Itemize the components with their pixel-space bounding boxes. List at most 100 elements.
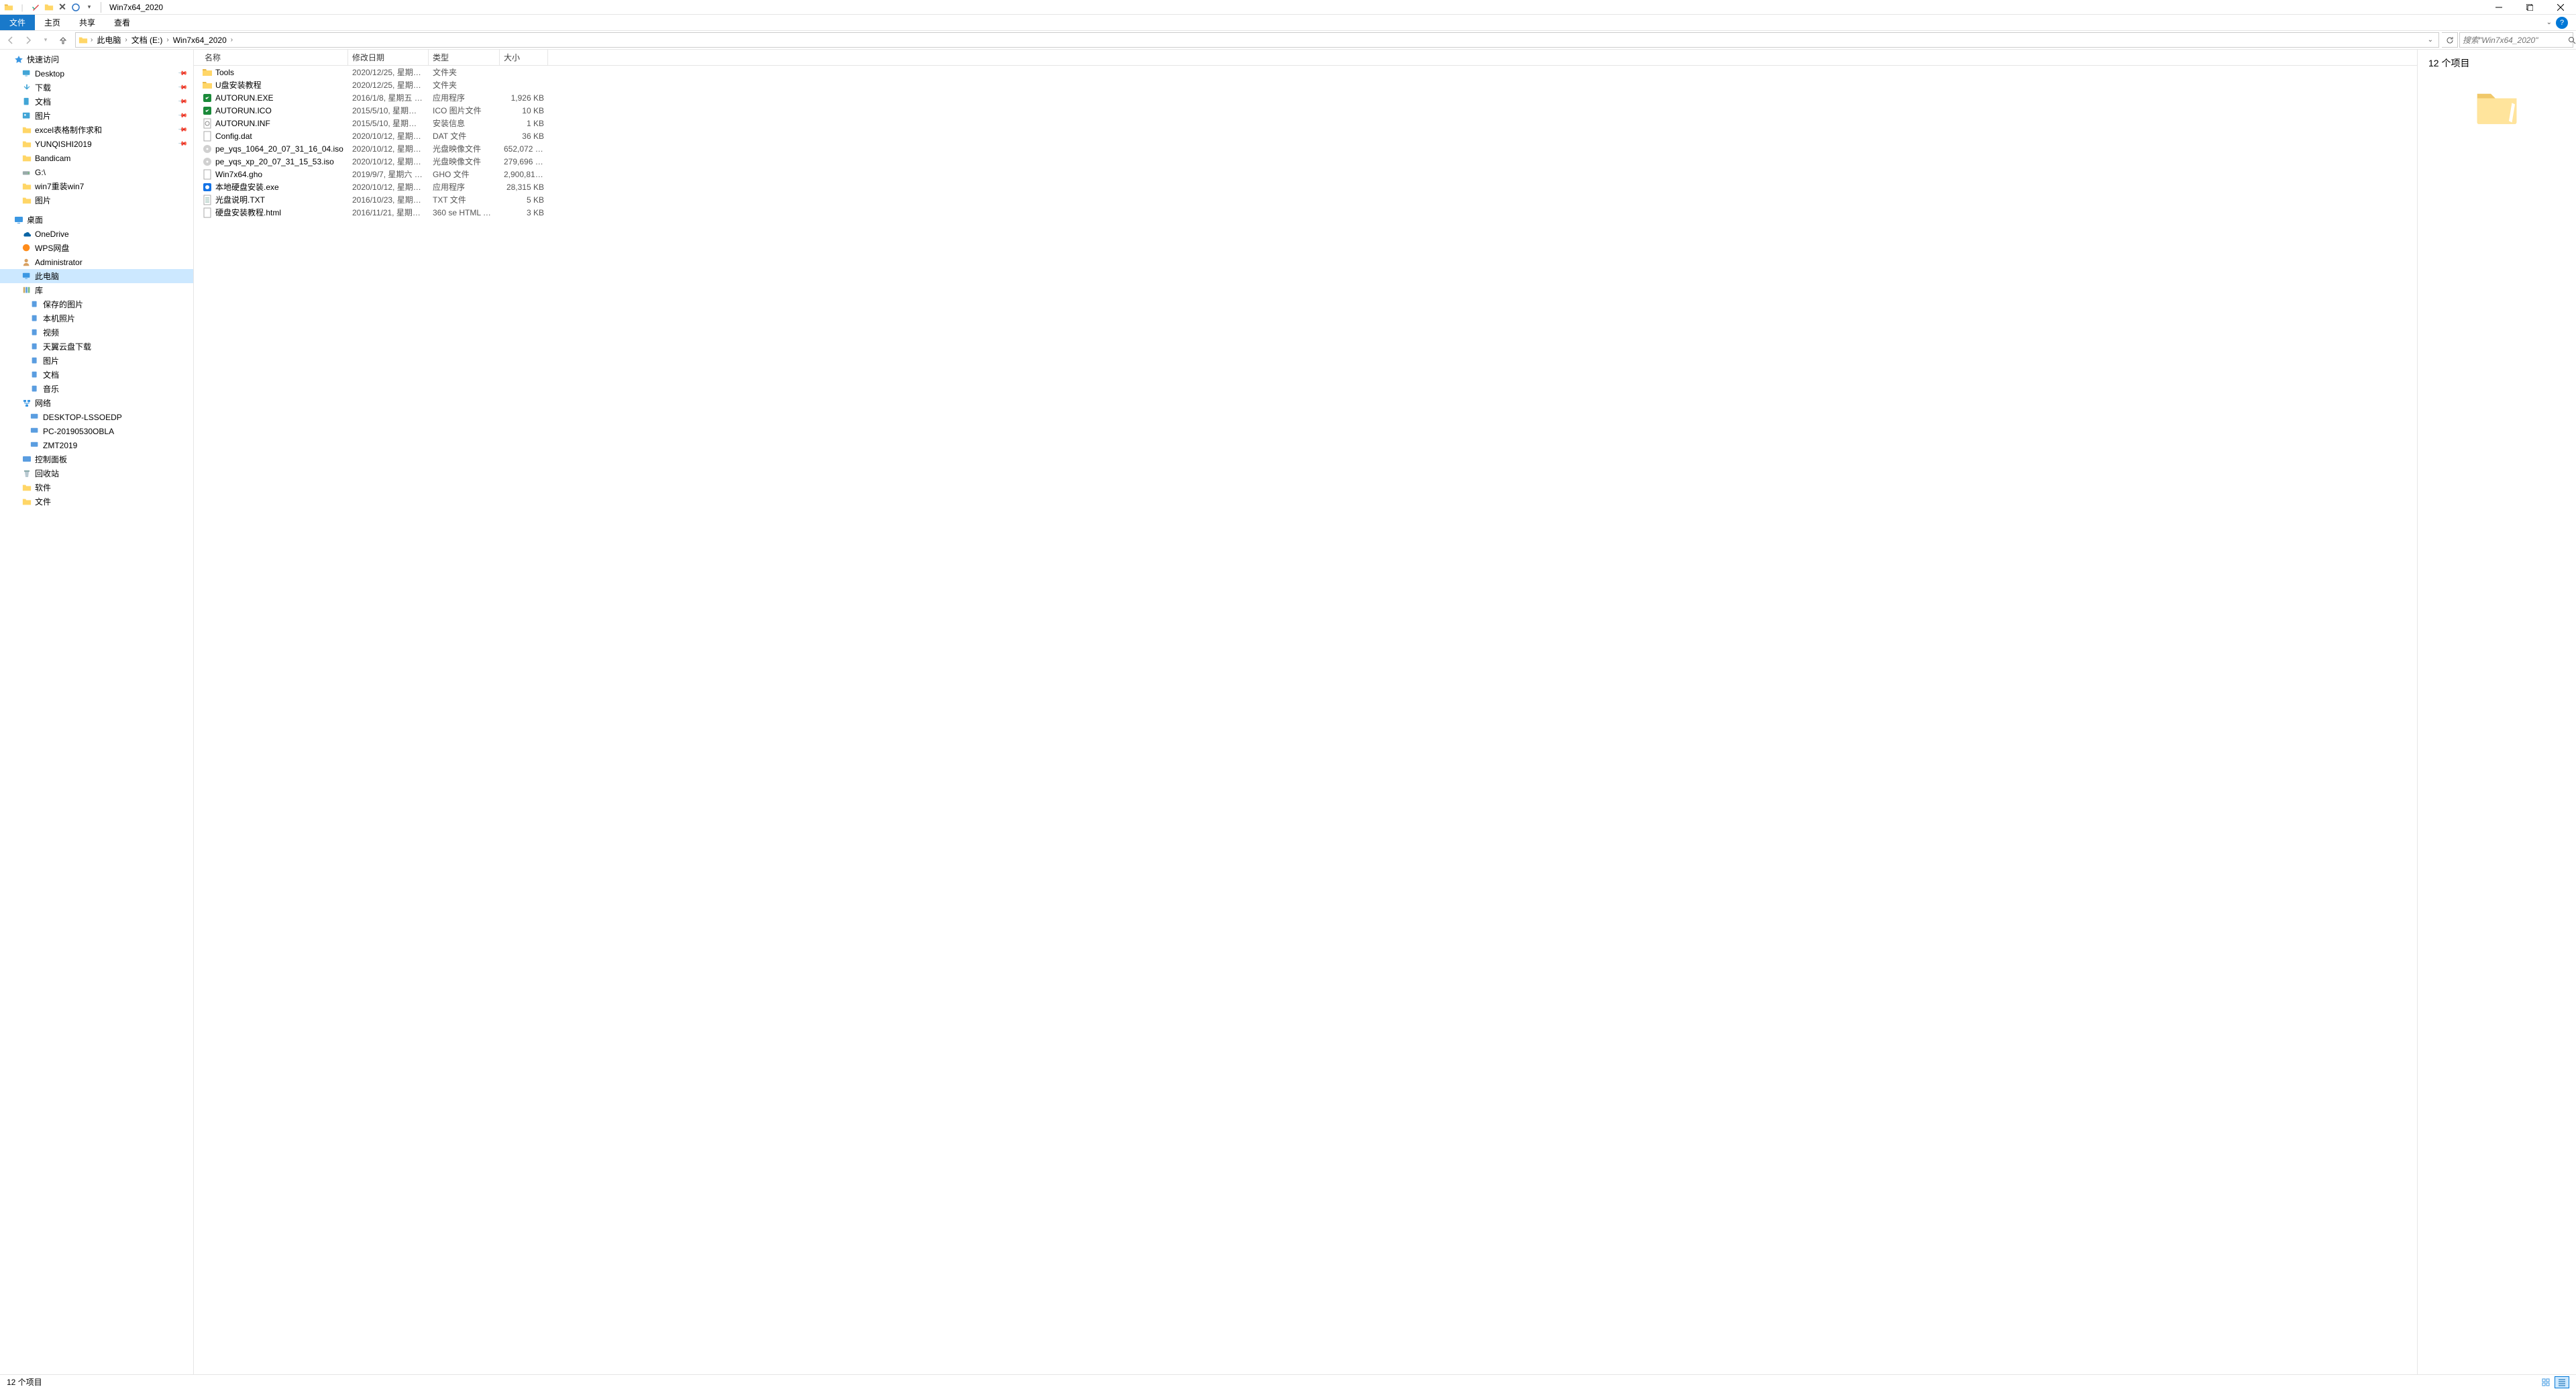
chevron-right-icon[interactable]: › <box>229 36 234 44</box>
qat-item-icon[interactable] <box>70 1 82 13</box>
tree-item[interactable]: 图片 <box>0 193 193 207</box>
tree-network[interactable]: 网络 <box>0 396 193 410</box>
file-size: 10 KB <box>500 106 548 115</box>
breadcrumb[interactable]: › 此电脑›文档 (E:)›Win7x64_2020› ⌄ <box>75 32 2439 48</box>
back-button[interactable] <box>3 32 19 48</box>
tree-label: WPS网盘 <box>35 242 69 254</box>
refresh-button[interactable] <box>2442 32 2458 48</box>
folder-icon <box>21 139 32 150</box>
column-name[interactable]: 名称 <box>194 50 348 65</box>
search-field[interactable] <box>2463 36 2568 45</box>
file-row[interactable]: 硬盘安装教程.html2016/11/21, 星期一 2...360 se HT… <box>194 206 2417 219</box>
file-row[interactable]: Tools2020/12/25, 星期五 1...文件夹 <box>194 66 2417 79</box>
ribbon-tab-2[interactable]: 查看 <box>105 15 140 30</box>
tree-item[interactable]: Desktop📌 <box>0 66 193 81</box>
chevron-right-icon[interactable]: › <box>165 36 170 44</box>
tree-item[interactable]: G:\ <box>0 165 193 179</box>
search-icon[interactable] <box>2568 36 2576 44</box>
tree-control-panel[interactable]: 控制面板 <box>0 452 193 466</box>
file-type: 应用程序 <box>429 181 500 193</box>
ribbon-tab-file[interactable]: 文件 <box>0 15 35 30</box>
tree-software[interactable]: 软件 <box>0 480 193 495</box>
new-folder-icon[interactable] <box>43 1 55 13</box>
up-button[interactable] <box>55 32 71 48</box>
tree-item[interactable]: 图片📌 <box>0 109 193 123</box>
tree-item[interactable]: Administrator <box>0 255 193 269</box>
navigation-tree[interactable]: 快速访问 Desktop📌下载📌文档📌图片📌excel表格制作求和📌YUNQIS… <box>0 50 194 1374</box>
tree-item[interactable]: excel表格制作求和📌 <box>0 123 193 137</box>
tree-item[interactable]: win7重装win7 <box>0 179 193 193</box>
file-row[interactable]: pe_yqs_1064_20_07_31_16_04.iso2020/10/12… <box>194 142 2417 155</box>
ribbon-tab-1[interactable]: 共享 <box>70 15 105 30</box>
file-row[interactable]: Win7x64.gho2019/9/7, 星期六 19:...GHO 文件2,9… <box>194 168 2417 181</box>
close-button[interactable] <box>2545 0 2576 15</box>
view-thumbnails-button[interactable] <box>2538 1376 2553 1388</box>
ribbon-tab-0[interactable]: 主页 <box>35 15 70 30</box>
search-input[interactable] <box>2459 32 2573 48</box>
tree-recycle[interactable]: 回收站 <box>0 466 193 480</box>
tree-files[interactable]: 文件 <box>0 495 193 509</box>
view-details-button[interactable] <box>2555 1376 2569 1388</box>
tree-item[interactable]: 保存的图片 <box>0 297 193 311</box>
tree-label: 文件 <box>35 496 51 507</box>
minimize-button[interactable] <box>2483 0 2514 15</box>
maximize-button[interactable] <box>2514 0 2545 15</box>
tree-item[interactable]: 视频 <box>0 325 193 340</box>
tree-desktop-root[interactable]: 桌面 <box>0 213 193 227</box>
properties-icon[interactable] <box>30 1 42 13</box>
column-type[interactable]: 类型 <box>429 50 500 65</box>
tree-item[interactable]: ZMT2019 <box>0 438 193 452</box>
file-row[interactable]: 光盘说明.TXT2016/10/23, 星期日 0...TXT 文件5 KB <box>194 193 2417 206</box>
file-row[interactable]: U盘安装教程2020/12/25, 星期五 1...文件夹 <box>194 79 2417 91</box>
file-name: pe_yqs_xp_20_07_31_15_53.iso <box>215 157 334 166</box>
pin-icon: 📌 <box>178 68 189 79</box>
tree-item[interactable]: 下载📌 <box>0 81 193 95</box>
tree-item[interactable]: 本机照片 <box>0 311 193 325</box>
exe-green-icon <box>202 105 213 116</box>
blank-icon <box>202 131 213 142</box>
file-row[interactable]: Config.dat2020/10/12, 星期一 1...DAT 文件36 K… <box>194 130 2417 142</box>
file-name-cell: Win7x64.gho <box>194 169 348 180</box>
file-row[interactable]: pe_yqs_xp_20_07_31_15_53.iso2020/10/12, … <box>194 155 2417 168</box>
breadcrumb-dropdown-icon[interactable]: ⌄ <box>2424 36 2437 44</box>
breadcrumb-item[interactable]: 文档 (E:) <box>129 34 166 46</box>
recent-dropdown-icon[interactable]: ▾ <box>38 32 54 48</box>
tree-item[interactable]: 图片 <box>0 354 193 368</box>
tree-item[interactable]: OneDrive <box>0 227 193 241</box>
file-row[interactable]: AUTORUN.EXE2016/1/8, 星期五 04:...应用程序1,926… <box>194 91 2417 104</box>
ribbon-expand-icon[interactable]: ⌄ <box>2546 19 2552 26</box>
lib-icon <box>30 342 40 352</box>
chevron-right-icon[interactable]: › <box>123 36 128 44</box>
tree-item[interactable]: 库 <box>0 283 193 297</box>
file-row[interactable]: AUTORUN.INF2015/5/10, 星期日 02...安装信息1 KB <box>194 117 2417 130</box>
file-row[interactable]: 本地硬盘安装.exe2020/10/12, 星期一 1...应用程序28,315… <box>194 181 2417 193</box>
qat-dropdown-icon[interactable]: ▾ <box>83 1 95 13</box>
tree-item[interactable]: 文档 <box>0 368 193 382</box>
file-row[interactable]: AUTORUN.ICO2015/5/10, 星期日 02...ICO 图片文件1… <box>194 104 2417 117</box>
breadcrumb-item[interactable]: Win7x64_2020 <box>170 36 229 45</box>
folder-icon <box>77 34 89 46</box>
tree-item[interactable]: PC-20190530OBLA <box>0 424 193 438</box>
tree-item[interactable]: DESKTOP-LSSOEDP <box>0 410 193 424</box>
tree-item[interactable]: 此电脑 <box>0 269 193 283</box>
chevron-right-icon[interactable]: › <box>89 36 94 44</box>
netpc-icon <box>30 440 40 451</box>
tree-quick-access[interactable]: 快速访问 <box>0 52 193 66</box>
forward-button[interactable] <box>20 32 36 48</box>
tree-item[interactable]: 天翼云盘下载 <box>0 340 193 354</box>
file-name: U盘安装教程 <box>215 79 262 91</box>
tree-item[interactable]: WPS网盘 <box>0 241 193 255</box>
help-icon[interactable]: ? <box>2556 17 2568 29</box>
file-type: 光盘映像文件 <box>429 143 500 154</box>
file-rows[interactable]: Tools2020/12/25, 星期五 1...文件夹U盘安装教程2020/1… <box>194 66 2417 1374</box>
folder-icon <box>202 80 213 91</box>
tree-item[interactable]: YUNQISHI2019📌 <box>0 137 193 151</box>
tree-item[interactable]: 音乐 <box>0 382 193 396</box>
breadcrumb-item[interactable]: 此电脑 <box>94 34 123 46</box>
delete-icon[interactable]: ✕ <box>56 1 68 13</box>
column-size[interactable]: 大小 <box>500 50 548 65</box>
column-date[interactable]: 修改日期 <box>348 50 429 65</box>
tree-item[interactable]: Bandicam <box>0 151 193 165</box>
tree-item[interactable]: 文档📌 <box>0 95 193 109</box>
file-name-cell: pe_yqs_xp_20_07_31_15_53.iso <box>194 156 348 167</box>
